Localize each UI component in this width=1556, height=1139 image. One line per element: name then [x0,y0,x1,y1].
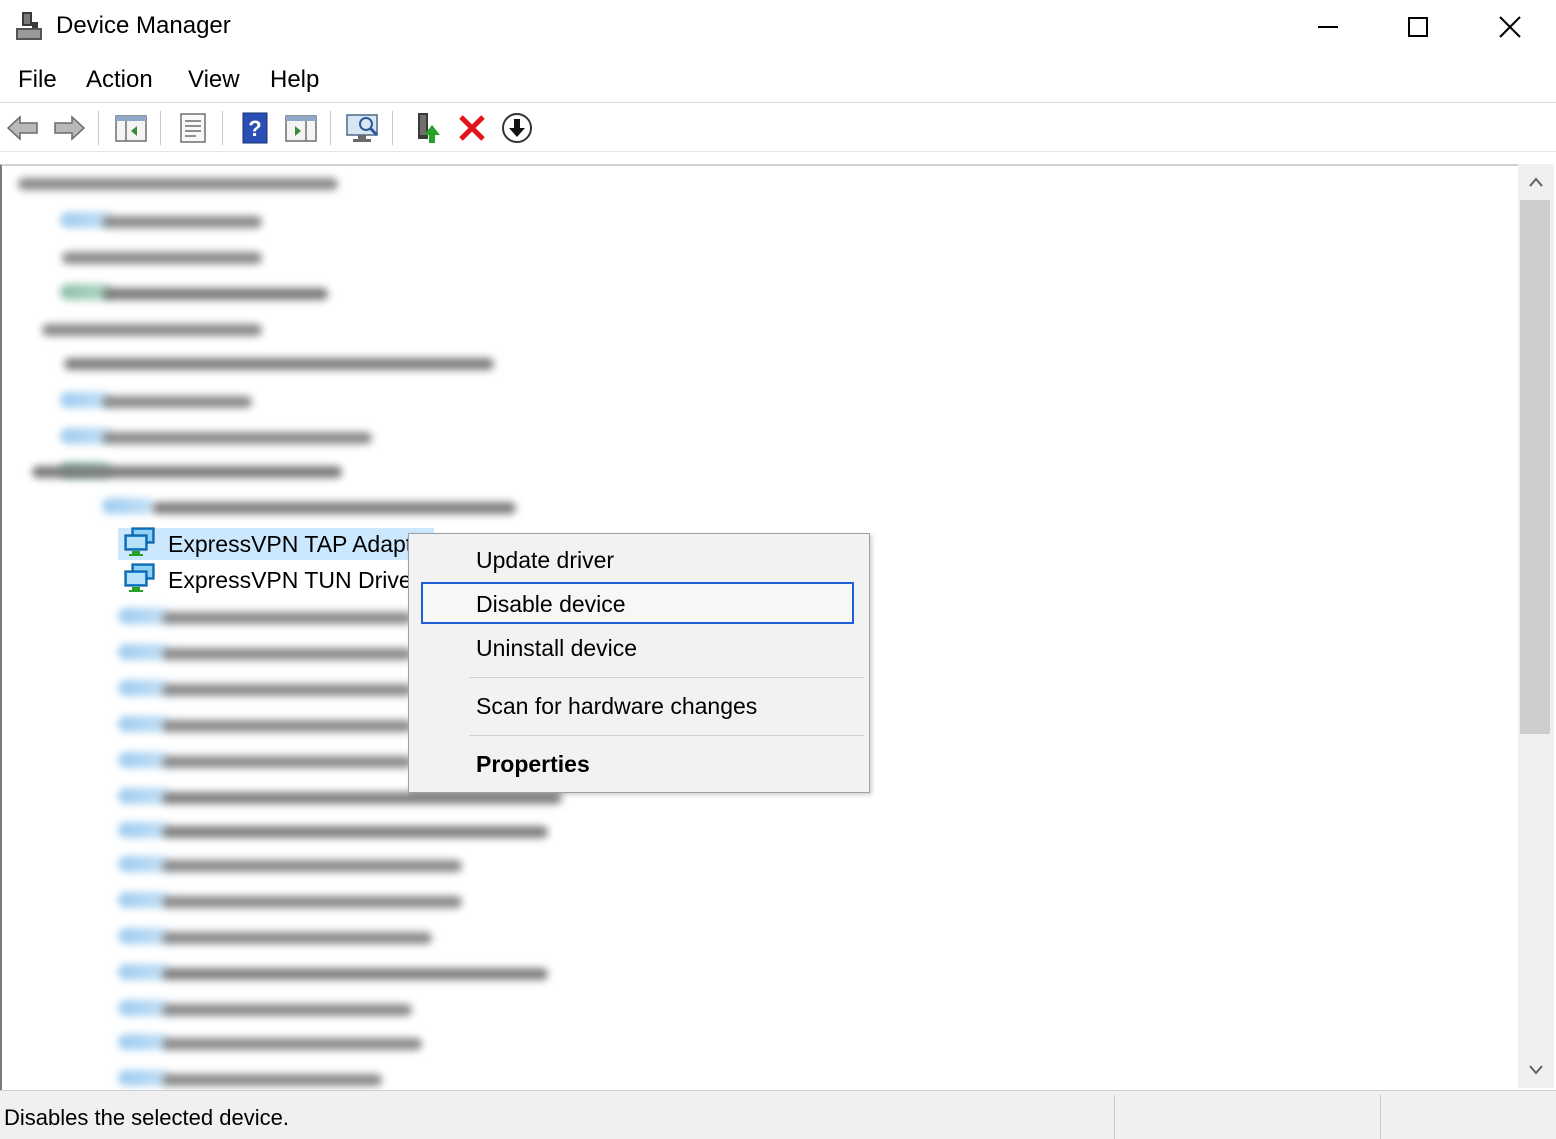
device-label: ExpressVPN TAP Adapt [168,530,413,557]
menu-separator [469,677,864,678]
show-hide-action-pane-icon [285,115,317,142]
toolbar-separator [160,111,161,145]
menu-item-label: Update driver [476,547,615,573]
menu-item-label: Scan for hardware changes [476,693,758,719]
properties-button[interactable] [176,111,210,145]
forward-button[interactable] [52,111,86,145]
status-separator [1114,1095,1115,1139]
tree-node-blurred [102,432,372,444]
close-button[interactable] [1464,0,1556,54]
menu-help[interactable]: Help [270,66,319,94]
properties-icon [180,113,206,143]
toolbar-separator [222,111,223,145]
menu-view[interactable]: View [188,66,240,94]
disable-device-button[interactable] [500,111,534,145]
minimize-icon [1318,26,1338,28]
uninstall-device-button[interactable] [455,111,489,145]
tree-item-expressvpn-tap[interactable]: ExpressVPN TAP Adapt [118,526,434,562]
tree-node-blurred [152,502,516,514]
menu-item-uninstall-device[interactable]: Uninstall device [409,626,869,670]
tree-node-blurred [162,826,548,838]
tree-node-blurred [162,684,412,696]
status-text: Disables the selected device. [4,1105,289,1130]
scroll-thumb[interactable] [1520,200,1550,734]
toolbar-separator [392,111,393,145]
tree-node-blurred [162,756,412,768]
scan-hardware-icon [346,114,379,142]
minimize-button[interactable] [1282,0,1374,54]
tree-node-blurred [162,648,412,660]
tree-node-blurred [162,612,412,624]
tree-node-blurred [18,178,338,190]
vertical-scrollbar[interactable] [1518,164,1554,1088]
menu-file[interactable]: File [18,66,57,94]
status-separator [1380,1095,1381,1139]
title-bar: Device Manager [0,0,1556,56]
tree-node-blurred [62,252,262,264]
update-driver-icon [418,113,440,143]
toolbar: ? [0,103,1556,152]
back-button[interactable] [6,111,40,145]
tree-node-blurred [162,1004,412,1016]
svg-text:?: ? [248,116,261,141]
tree-node-blurred [162,1074,382,1086]
tree-node-blurred [162,932,432,944]
category-icon [102,498,154,514]
scroll-up-button[interactable] [1518,166,1554,198]
tree-node-blurred [162,720,412,732]
menu-item-update-driver[interactable]: Update driver [409,538,869,582]
tree-node-blurred [64,358,494,370]
tree-node-blurred [162,860,462,872]
tree-node-blurred [32,466,342,478]
show-hide-action-pane-button[interactable] [284,111,318,145]
tree-node-blurred [102,396,252,408]
menu-action[interactable]: Action [86,66,153,94]
scan-hardware-button[interactable] [346,111,380,145]
menu-item-properties[interactable]: Properties [409,742,869,786]
device-manager-icon [14,10,44,44]
tree-node-blurred [162,896,462,908]
menu-separator [469,735,864,736]
forward-arrow-icon [54,115,86,141]
tree-node-blurred [102,216,262,228]
menu-item-scan-hardware[interactable]: Scan for hardware changes [409,684,869,728]
menu-item-label: Disable device [476,591,626,617]
scroll-down-button[interactable] [1518,1054,1554,1086]
menu-item-label: Uninstall device [476,635,638,661]
tree-node-blurred [162,1038,422,1050]
toolbar-separator [98,111,99,145]
menu-bar: File Action View Help [0,58,1556,103]
maximize-icon [1408,17,1428,37]
update-driver-button[interactable] [410,111,444,145]
tree-item-expressvpn-tun[interactable]: ExpressVPN TUN Driver [118,562,420,598]
network-adapter-icon [124,526,156,562]
toolbar-separator [330,111,331,145]
device-label: ExpressVPN TUN Driver [168,566,420,593]
status-bar: Disables the selected device. [0,1090,1556,1139]
menu-item-label: Properties [476,751,590,777]
tree-node-blurred [162,968,548,980]
chevron-up-icon [1529,177,1543,187]
back-arrow-icon [6,115,38,141]
uninstall-device-icon [459,115,485,141]
help-icon: ? [242,112,268,144]
tree-node-blurred [102,288,328,300]
tree-node-blurred [162,792,562,804]
context-menu: Update driver Disable device Uninstall d… [408,533,870,793]
network-adapter-icon [124,562,156,598]
show-hide-console-tree-button[interactable] [114,111,148,145]
help-button[interactable]: ? [238,111,272,145]
window-title: Device Manager [56,12,231,39]
show-hide-console-tree-icon [115,115,147,142]
maximize-button[interactable] [1372,0,1464,54]
tree-node-blurred [42,324,262,336]
menu-item-disable-device[interactable]: Disable device [421,582,854,624]
chevron-down-icon [1529,1065,1543,1075]
disable-device-icon [502,113,532,143]
close-icon [1499,16,1521,38]
